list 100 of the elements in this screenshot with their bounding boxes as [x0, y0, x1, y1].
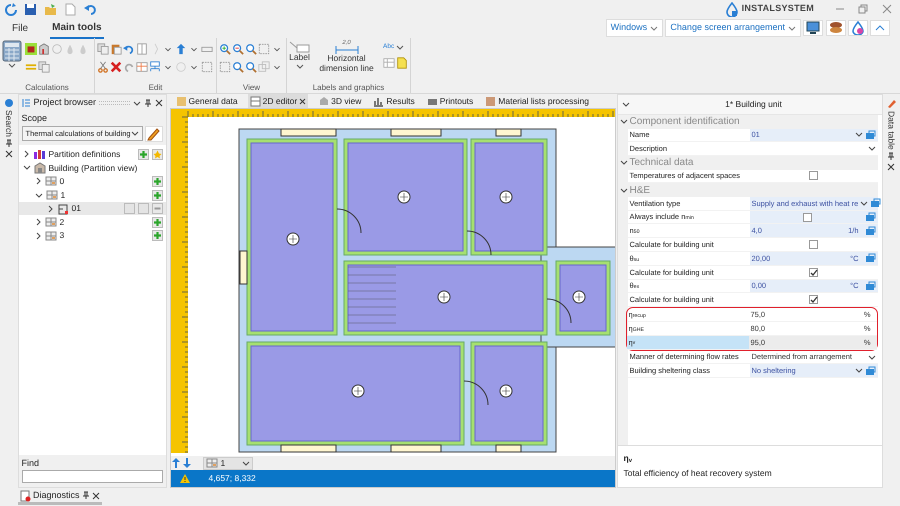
zoom-icon[interactable] [245, 61, 257, 73]
redo-icon[interactable] [123, 61, 135, 73]
undo-icon[interactable] [123, 43, 135, 55]
chevron-icon[interactable] [622, 101, 630, 108]
chevron-icon[interactable] [34, 232, 42, 240]
list-icon [22, 98, 30, 108]
star-icon[interactable] [152, 148, 162, 160]
arrangement-dropdown[interactable]: Change screen arrangement [665, 19, 801, 37]
arrow-down-icon[interactable] [182, 457, 192, 469]
editor-tab[interactable]: 2D editor [248, 94, 308, 108]
delete-icon[interactable] [110, 61, 122, 73]
tree-item[interactable]: 1 [18, 188, 166, 202]
tree-item[interactable]: Building (Partition view) [18, 161, 166, 175]
drop-button[interactable] [848, 20, 868, 36]
caret-icon[interactable] [396, 44, 404, 51]
undo-icon[interactable] [84, 2, 97, 16]
edit-button[interactable] [144, 126, 162, 142]
close-icon[interactable] [154, 99, 162, 107]
zoom-icon[interactable] [232, 61, 244, 73]
zoom-out-icon[interactable] [232, 43, 244, 55]
plus-icon[interactable] [152, 190, 162, 201]
dropdown-caret-icon[interactable] [860, 200, 868, 207]
calculator-icon[interactable] [2, 40, 22, 62]
label-button[interactable]: Label [289, 40, 310, 70]
checkbox[interactable] [809, 240, 818, 250]
editor-tab[interactable]: Printouts [424, 94, 476, 108]
tree-item[interactable]: 2 [18, 215, 166, 230]
restore-icon[interactable] [858, 4, 868, 14]
zoom-in-icon[interactable] [219, 43, 231, 55]
editor-tab[interactable]: Results [371, 94, 417, 108]
chevron-icon[interactable] [34, 192, 42, 199]
copy-icon[interactable] [97, 43, 109, 55]
chevron-icon[interactable] [620, 186, 628, 194]
checkbox[interactable] [809, 295, 818, 304]
checkbox[interactable] [802, 212, 812, 222]
collapse-button[interactable] [870, 20, 890, 36]
tree-item[interactable]: 3 [18, 229, 166, 243]
minus-icon[interactable] [152, 203, 162, 214]
link-icon[interactable] [864, 253, 876, 264]
chevron-icon[interactable] [46, 204, 54, 213]
checkbox[interactable] [809, 171, 818, 180]
panel-icon[interactable] [136, 43, 148, 55]
pin-icon[interactable] [144, 98, 152, 108]
chevron-icon[interactable] [132, 100, 140, 106]
checkbox[interactable] [809, 268, 818, 277]
paste-icon[interactable] [110, 43, 122, 55]
logo-text: INSTALSYSTEM [742, 2, 814, 16]
caret-icon[interactable] [8, 62, 16, 69]
link-icon[interactable] [864, 281, 876, 292]
copy-icon[interactable] [38, 61, 50, 73]
pin-icon[interactable] [4, 138, 13, 148]
menu-tab[interactable]: File [10, 18, 30, 38]
plus-icon[interactable] [152, 230, 162, 242]
chevron-icon[interactable] [620, 159, 628, 166]
heater-icon[interactable] [25, 43, 37, 55]
arrow-up-icon[interactable] [175, 43, 187, 55]
search-tab-icon[interactable] [4, 98, 14, 108]
save-icon[interactable] [24, 2, 37, 16]
table-icon[interactable] [136, 61, 148, 73]
link-icon[interactable] [870, 198, 882, 208]
close-icon[interactable] [4, 150, 13, 158]
document-icon[interactable] [64, 2, 77, 16]
arrow-up-icon[interactable] [170, 457, 180, 469]
plus-icon[interactable] [152, 216, 162, 228]
link-icon[interactable] [864, 212, 876, 222]
tree-item[interactable]: 01 [18, 202, 166, 216]
monitor-button[interactable] [803, 20, 824, 36]
windows-dropdown[interactable]: Windows [606, 19, 664, 37]
editor-tab[interactable]: General data [174, 94, 240, 108]
tree-item[interactable]: 0 [18, 174, 166, 188]
data-table-tab[interactable]: Data table [884, 111, 898, 150]
scissors-icon[interactable] [97, 61, 109, 73]
zoom-icon[interactable] [245, 43, 257, 55]
refresh-icon[interactable] [4, 2, 17, 16]
plus-icon[interactable] [152, 176, 162, 187]
chevron-icon[interactable] [22, 150, 30, 158]
network-icon[interactable] [149, 61, 161, 73]
plus-icon[interactable] [138, 148, 148, 160]
building-icon[interactable] [38, 43, 50, 55]
chevron-icon[interactable] [22, 164, 30, 172]
link-icon[interactable] [864, 226, 876, 236]
table-icon[interactable] [383, 57, 395, 70]
editor-tab[interactable]: 3D view [316, 94, 364, 108]
chevron-icon[interactable] [34, 177, 42, 186]
chevron-icon[interactable] [620, 118, 628, 126]
selection-icon[interactable] [219, 61, 231, 73]
level-dropdown[interactable]: 1 [202, 456, 252, 470]
editor-tab[interactable]: Material lists processing [483, 94, 591, 108]
folder-icon[interactable] [44, 2, 57, 16]
pin-icon[interactable] [887, 152, 896, 161]
note-icon[interactable] [396, 57, 408, 70]
find-field[interactable] [22, 470, 162, 483]
menu-tab[interactable]: Main tools [50, 18, 104, 38]
tree-item[interactable]: Partition definitions [18, 148, 166, 162]
diagnostics-tab[interactable]: Diagnostics [18, 488, 102, 506]
close-icon [299, 98, 306, 104]
close-icon[interactable] [887, 162, 896, 171]
search-tab[interactable]: Search [2, 110, 16, 137]
chevron-icon[interactable] [34, 218, 42, 226]
pencil-icon[interactable] [886, 98, 897, 109]
